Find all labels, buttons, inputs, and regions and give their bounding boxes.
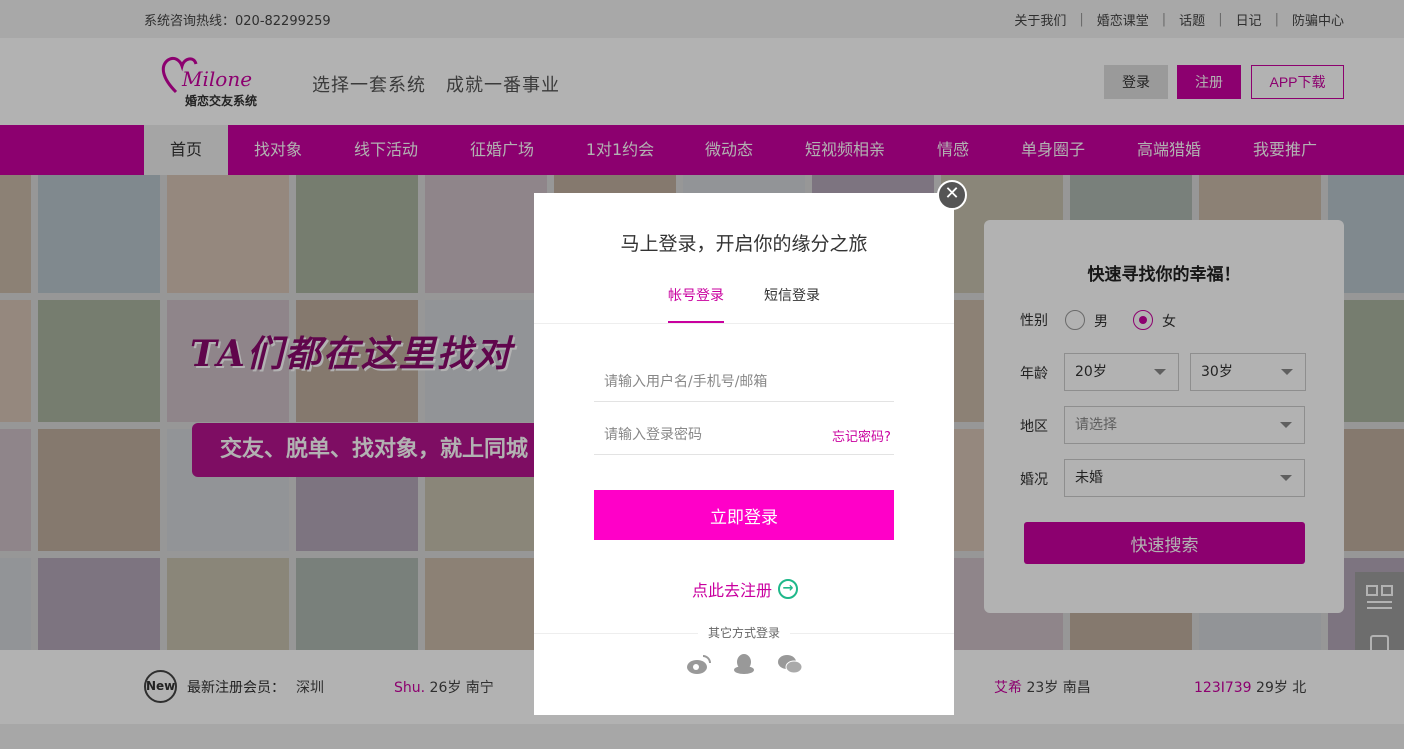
login-modal: 马上登录，开启你的缘分之旅 帐号登录 短信登录 忘记密码? 立即登录 点此去注册…	[534, 193, 954, 715]
tab-account-login[interactable]: 帐号登录	[668, 285, 724, 305]
tab-sms-login[interactable]: 短信登录	[764, 285, 820, 305]
login-submit-button[interactable]: 立即登录	[594, 490, 894, 540]
wechat-icon[interactable]	[777, 653, 803, 675]
modal-close-button[interactable]: ✕	[937, 180, 967, 210]
other-login-label: 其它方式登录	[698, 624, 791, 641]
forgot-password-link[interactable]: 忘记密码?	[832, 426, 891, 445]
tab-divider	[534, 323, 954, 324]
weibo-icon[interactable]	[686, 653, 712, 675]
go-register-link[interactable]: 点此去注册 →	[692, 577, 799, 601]
close-icon: ✕	[944, 183, 960, 204]
username-input[interactable]	[594, 362, 894, 402]
qq-icon[interactable]	[731, 653, 757, 675]
arrow-right-circle-icon: →	[778, 579, 799, 599]
modal-title: 马上登录，开启你的缘分之旅	[620, 233, 868, 255]
